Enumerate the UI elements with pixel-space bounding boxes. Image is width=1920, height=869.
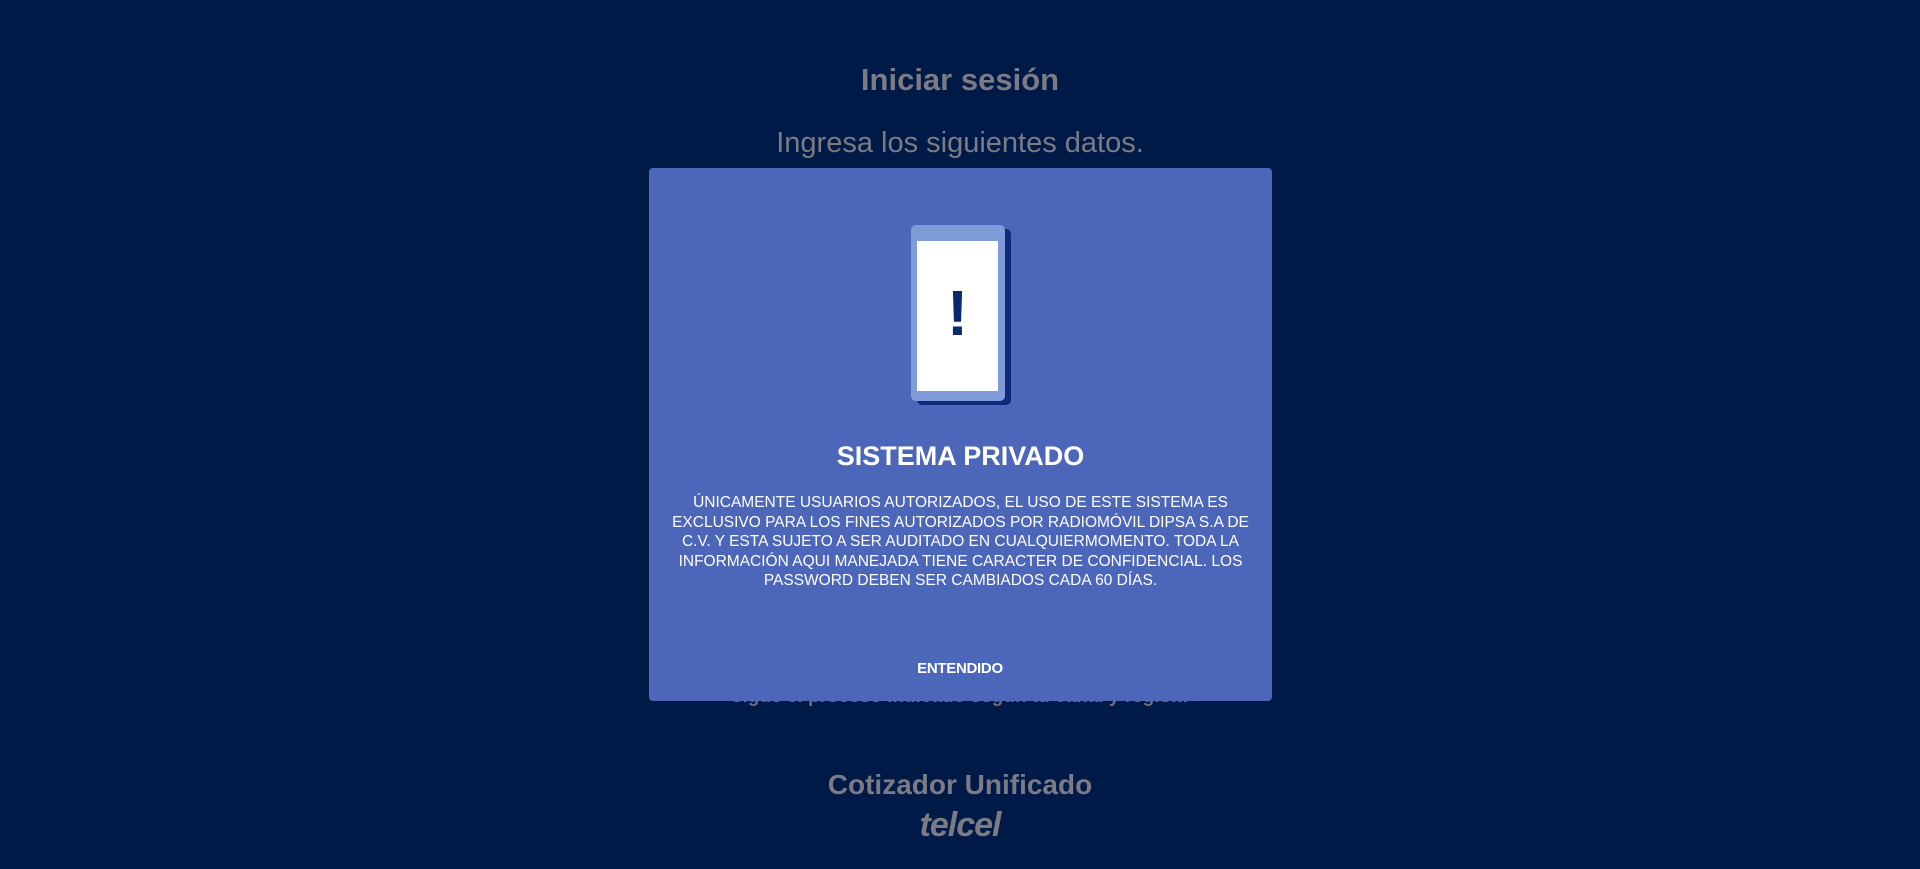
private-system-modal: ! SISTEMA PRIVADO ÚNICAMENTE USUARIOS AU…	[649, 168, 1272, 701]
page-subtitle: Ingresa los siguientes datos.	[776, 127, 1144, 159]
phone-screen: !	[917, 241, 998, 391]
phone-body: !	[911, 225, 1005, 401]
telcel-logo: telcel	[919, 806, 1002, 844]
page-title: Iniciar sesión	[860, 62, 1060, 97]
phone-alert-icon: !	[911, 225, 1011, 405]
app-name: Cotizador Unificado	[827, 769, 1093, 800]
understood-button[interactable]: ENTENDIDO	[880, 654, 1040, 684]
modal-title: SISTEMA PRIVADO	[836, 441, 1085, 471]
modal-body-text: ÚNICAMENTE USUARIOS AUTORIZADOS, EL USO …	[672, 494, 1249, 589]
exclamation-icon: !	[946, 277, 969, 349]
